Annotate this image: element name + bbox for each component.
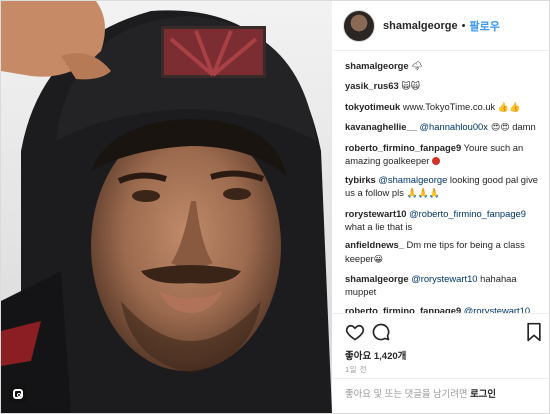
comment-emoji: 😀 <box>373 254 384 265</box>
comment-item: yasik_rus63 🙀🙀 <box>345 79 543 94</box>
comment-emoji: 🌩 <box>411 62 423 72</box>
comment-username[interactable]: shamalgeorge <box>345 273 409 284</box>
action-section: 좋아요 1,420개 1일 전 좋아요 및 또는 댓글을 남기려면 로그인 <box>333 313 549 409</box>
comment-username[interactable]: kavanaghellie__ <box>345 121 417 132</box>
comment-text: www.TokyoTime.co.uk <box>402 100 498 112</box>
portrait-image <box>1 1 332 413</box>
comment-mention[interactable]: @rorystewart10 <box>411 273 477 284</box>
instagram-icon <box>9 385 27 403</box>
comment-username[interactable]: rorystewart10 <box>345 208 407 219</box>
comment-mention[interactable]: @shamalgeorge <box>378 174 447 185</box>
comment-username[interactable]: roberto_firmino_fanpage9 <box>345 142 461 153</box>
comment-text: damn <box>509 121 536 133</box>
comment-emoji: 👍👍 <box>497 102 521 113</box>
comment-username[interactable]: yasik_rus63 <box>345 80 399 91</box>
comment-username[interactable]: shamalgeorge <box>345 60 409 71</box>
post-photo[interactable] <box>1 1 332 413</box>
comment-emoji: 🙏🙏🙏 <box>406 189 441 200</box>
comment-list[interactable]: shamalgeorge 🌩 yasik_rus63 🙀🙀 tokyotimeuk … <box>345 59 543 313</box>
post-sidebar: shamalgeorge • 팔로우 shamalgeorge 🌩 yasik_r… <box>333 1 549 413</box>
comment-username[interactable]: tybirks <box>345 174 376 185</box>
like-count[interactable]: 좋아요 1,420개 <box>345 348 406 362</box>
comment-text: what a lie that is <box>345 220 413 232</box>
comment-item: roberto_firmino_fanpage9 @rorystewart10 <box>345 304 543 313</box>
red-circle-icon <box>432 157 441 166</box>
action-icons <box>345 322 541 344</box>
comment-item: rorystewart10 @roberto_firmino_fanpage9 … <box>345 207 543 234</box>
heart-icon[interactable] <box>345 322 365 342</box>
comment-emoji: 🙀🙀 <box>401 82 421 93</box>
add-comment-text: 좋아요 및 또는 댓글을 남기려면 <box>345 388 471 399</box>
comment-mention[interactable]: @rorystewart10 <box>464 305 530 313</box>
comment-mention[interactable]: @hannahlou00x <box>420 121 488 132</box>
header-username[interactable]: shamalgeorge <box>383 20 458 32</box>
comment-icon[interactable] <box>371 322 391 342</box>
comment-item: shamalgeorge @rorystewart10 hahahaa mupp… <box>345 272 543 299</box>
comment-username[interactable]: tokyotimeuk <box>345 101 400 112</box>
comment-username[interactable]: anfieldnews_ <box>345 239 404 250</box>
follow-button[interactable]: 팔로우 <box>469 18 499 34</box>
comment-item: tokyotimeuk www.TokyoTime.co.uk 👍👍 <box>345 100 543 115</box>
comment-item: shamalgeorge 🌩 <box>345 59 543 74</box>
comment-item: tybirks @shamalgeorge looking good pal g… <box>345 173 543 202</box>
login-link[interactable]: 로그인 <box>470 388 496 399</box>
comment-emoji: 😍😍 <box>487 123 510 134</box>
post-timestamp: 1일 전 <box>345 365 368 374</box>
comment-username[interactable]: roberto_firmino_fanpage9 <box>345 305 461 313</box>
avatar[interactable] <box>343 9 375 42</box>
bookmark-icon[interactable] <box>525 322 543 342</box>
comment-mention[interactable]: @roberto_firmino_fanpage9 <box>409 208 526 219</box>
add-comment-prompt: 좋아요 및 또는 댓글을 남기려면 로그인 <box>333 378 549 408</box>
post-header: shamalgeorge • 팔로우 <box>333 1 549 51</box>
header-separator: • <box>461 19 466 32</box>
comment-item: kavanaghellie__ @hannahlou00x 😍😍 damn <box>345 120 543 135</box>
comment-item: anfieldnews_ Dm me tips for being a clas… <box>345 238 543 267</box>
comment-item: roberto_firmino_fanpage9 Youre such an a… <box>345 141 543 168</box>
